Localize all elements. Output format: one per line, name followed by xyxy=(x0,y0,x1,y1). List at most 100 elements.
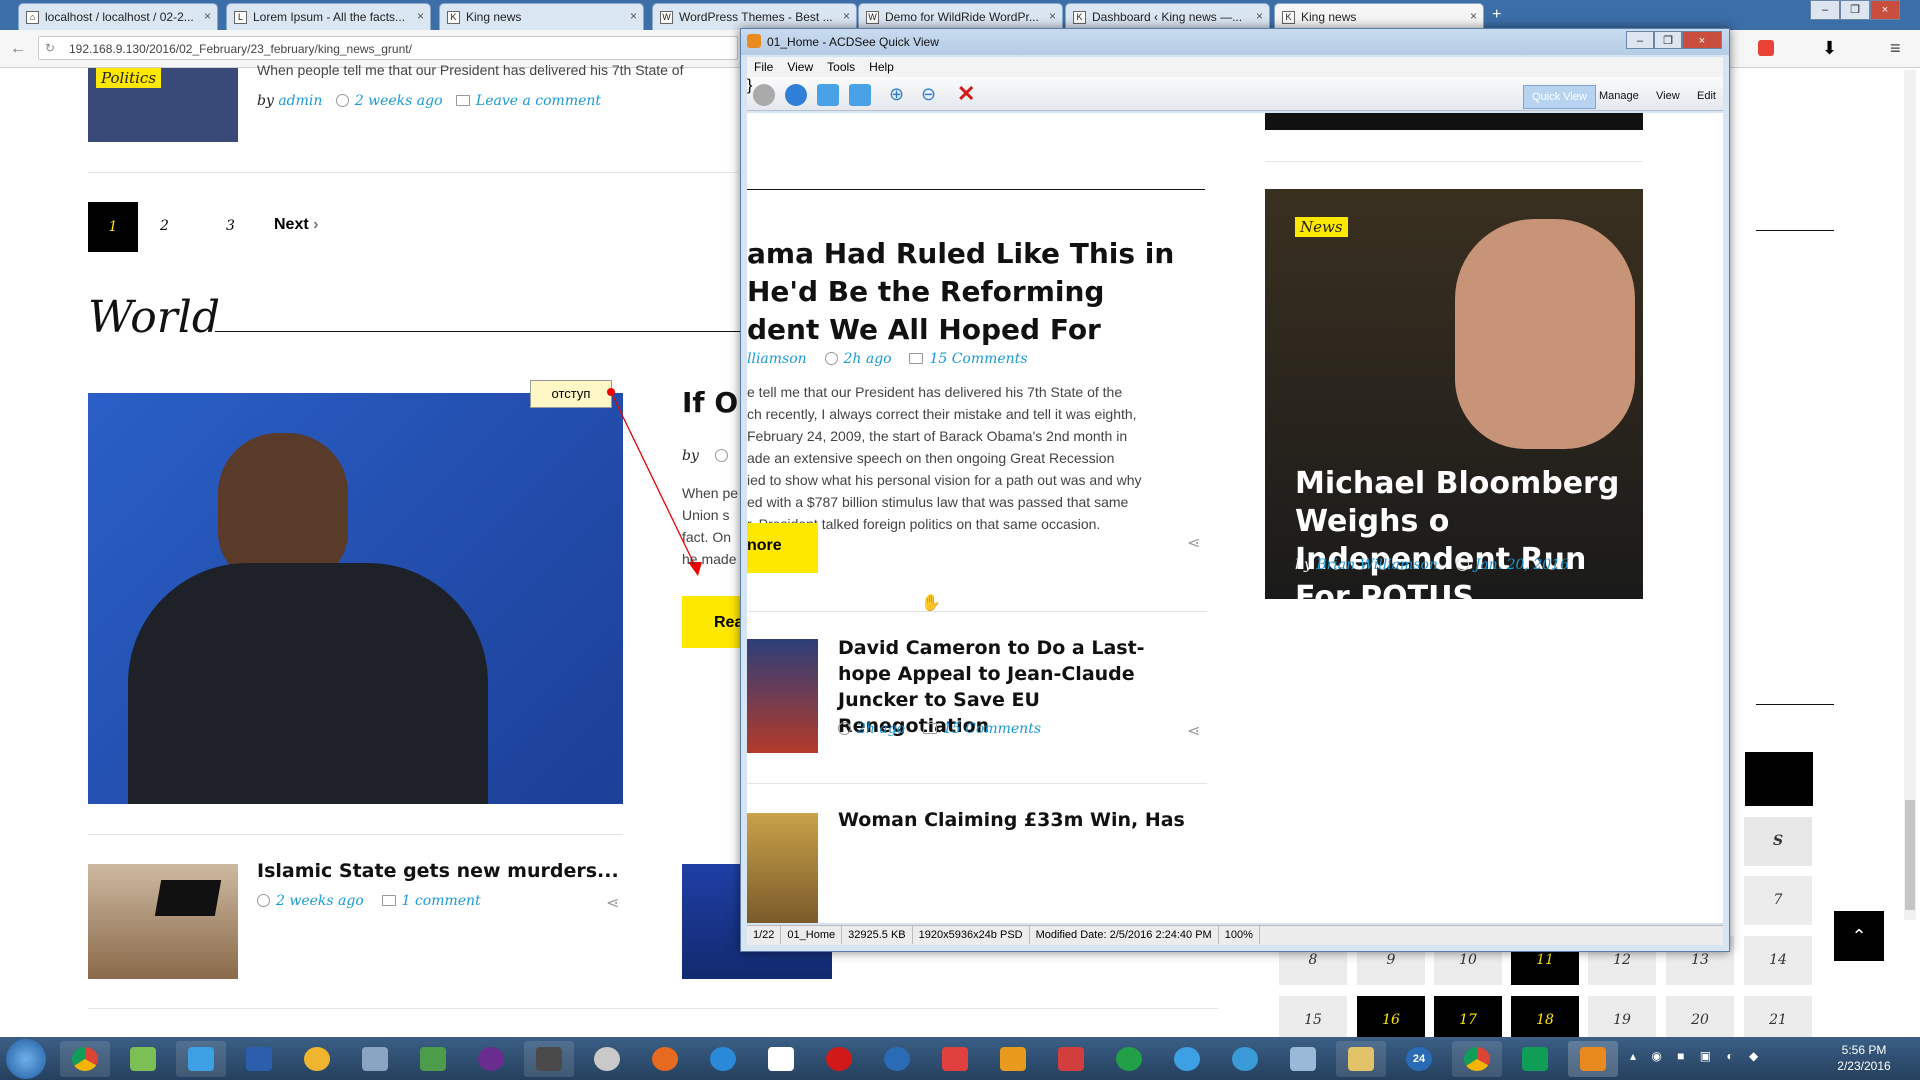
sublime-taskbar-icon[interactable] xyxy=(524,1041,574,1077)
scrollbar-thumb[interactable] xyxy=(1905,800,1915,910)
ie-taskbar-icon[interactable] xyxy=(698,1041,748,1077)
close-icon[interactable]: × xyxy=(417,9,424,23)
menu-icon[interactable]: ≡ xyxy=(1890,38,1901,59)
delete-icon[interactable]: ✕ xyxy=(957,83,979,106)
post-thumbnail[interactable] xyxy=(747,813,818,923)
app-taskbar-icon[interactable] xyxy=(1104,1041,1154,1077)
zoom-in-icon[interactable]: ⊕ xyxy=(889,84,911,106)
browser-tab[interactable]: W WordPress Themes - Best ... × xyxy=(652,3,857,30)
menu-view[interactable]: View xyxy=(780,57,820,77)
post-thumbnail[interactable] xyxy=(747,639,818,753)
feature-post-title[interactable]: If O xyxy=(682,386,738,419)
page-3-button[interactable]: 3 xyxy=(226,218,235,234)
close-icon[interactable]: × xyxy=(630,9,637,23)
chrome-taskbar-icon[interactable] xyxy=(1452,1041,1502,1077)
post-title[interactable]: Woman Claiming £33m Win, Has xyxy=(838,809,1185,831)
mode-edit[interactable]: Edit xyxy=(1689,85,1724,109)
floppy-taskbar-icon[interactable] xyxy=(234,1041,284,1077)
notepad-taskbar-icon[interactable] xyxy=(118,1041,168,1077)
back-icon[interactable]: ← xyxy=(10,40,26,58)
browser-tab[interactable]: W Demo for WildRide WordPr... × xyxy=(858,3,1063,30)
category-badge[interactable]: News xyxy=(1295,217,1348,237)
menu-file[interactable]: File xyxy=(747,57,780,77)
post-time[interactable]: 2 weeks ago xyxy=(355,93,443,109)
calculator-taskbar-icon[interactable] xyxy=(350,1041,400,1077)
firefox-taskbar-icon[interactable] xyxy=(640,1041,690,1077)
url-field[interactable]: ↻ 192.168.9.130/2016/02_February/23_febr… xyxy=(38,36,738,60)
explorer-taskbar-icon[interactable] xyxy=(1336,1041,1386,1077)
acdsee-taskbar-icon[interactable] xyxy=(1568,1041,1618,1077)
close-button[interactable]: × xyxy=(1870,0,1900,20)
reload-icon[interactable]: ↻ xyxy=(45,41,55,55)
article-title[interactable]: ama Had Ruled Like This in He'd Be the R… xyxy=(747,235,1174,349)
clock[interactable]: 5:56 PM 2/23/2016 xyxy=(1822,1042,1906,1074)
featured-post-image[interactable]: News Michael Bloomberg Weighs o Independ… xyxy=(1265,189,1643,615)
chrome-taskbar-icon[interactable] xyxy=(60,1041,110,1077)
browser-tab-active[interactable]: K King news × xyxy=(1274,3,1484,30)
app-taskbar-icon[interactable] xyxy=(408,1041,458,1077)
mode-quick-view[interactable]: Quick View xyxy=(1523,85,1596,109)
share-icon[interactable]: ⋖ xyxy=(1187,533,1200,553)
close-icon[interactable]: × xyxy=(843,9,850,23)
calendar-day[interactable]: 7 xyxy=(1744,876,1812,925)
hangouts-taskbar-icon[interactable] xyxy=(1510,1041,1560,1077)
read-more-button[interactable]: nore xyxy=(747,523,818,573)
app-taskbar-icon[interactable] xyxy=(292,1041,342,1077)
zoom-out-icon[interactable]: ⊖ xyxy=(921,84,943,106)
page-1-button[interactable]: 1 xyxy=(88,202,138,252)
download-icon[interactable]: ⬇ xyxy=(1822,38,1837,59)
page-2-button[interactable]: 2 xyxy=(160,218,169,234)
next-icon[interactable] xyxy=(785,84,807,106)
share-icon[interactable]: ⋖ xyxy=(606,893,619,913)
comments-link[interactable]: Leave a comment xyxy=(476,93,601,109)
browser-tab[interactable]: K Dashboard ‹ King news —... × xyxy=(1065,3,1270,30)
skype-taskbar-icon[interactable] xyxy=(176,1041,226,1077)
calendar-day[interactable]: 14 xyxy=(1744,936,1812,985)
system-tray[interactable]: ▴ ◉ ■ ▣ ◐ ◆ xyxy=(1630,1049,1810,1067)
category-badge[interactable]: Politics xyxy=(96,68,162,88)
new-tab-button[interactable]: + xyxy=(1492,6,1501,24)
feature-post-image[interactable] xyxy=(88,393,623,804)
maximize-button[interactable]: ❐ xyxy=(1654,31,1682,49)
start-button[interactable] xyxy=(6,1039,46,1079)
author-link[interactable]: admin xyxy=(278,93,322,109)
close-icon[interactable]: × xyxy=(204,9,211,23)
page-scrollbar[interactable] xyxy=(1904,70,1916,920)
menu-tools[interactable]: Tools xyxy=(820,57,862,77)
rotate-left-icon[interactable] xyxy=(817,84,839,106)
browser-tab[interactable]: K King news × xyxy=(439,3,644,30)
vivaldi-taskbar-icon[interactable] xyxy=(930,1041,980,1077)
app-taskbar-icon[interactable] xyxy=(466,1041,516,1077)
close-icon[interactable]: × xyxy=(1049,9,1056,23)
close-icon[interactable]: × xyxy=(1470,9,1477,23)
skype-taskbar-icon[interactable] xyxy=(1162,1041,1212,1077)
mode-view[interactable]: View xyxy=(1648,85,1688,109)
post-title[interactable]: Islamic State gets new murders... xyxy=(257,860,619,882)
politics-post-thumbnail[interactable]: Politics xyxy=(88,68,238,142)
close-button[interactable]: × xyxy=(1682,31,1722,49)
app-taskbar-icon[interactable]: 24 xyxy=(1394,1041,1444,1077)
featured-post-title[interactable]: Michael Bloomberg Weighs o Independent R… xyxy=(1295,465,1645,617)
next-page-button[interactable]: Next › xyxy=(274,216,318,234)
yandex-taskbar-icon[interactable] xyxy=(756,1041,806,1077)
image-viewport[interactable]: ama Had Ruled Like This in He'd Be the R… xyxy=(747,113,1723,923)
menu-help[interactable]: Help xyxy=(862,57,901,77)
browser-tab[interactable]: L Lorem Ipsum - All the facts... × xyxy=(226,3,431,30)
minimize-button[interactable]: – xyxy=(1810,0,1840,20)
previous-icon[interactable] xyxy=(753,84,775,106)
opera-taskbar-icon[interactable] xyxy=(814,1041,864,1077)
mode-manage[interactable]: Manage xyxy=(1591,85,1647,109)
rotate-right-icon[interactable] xyxy=(849,84,871,106)
minimize-button[interactable]: – xyxy=(1626,31,1654,49)
maximize-button[interactable]: ❐ xyxy=(1840,0,1870,20)
browser-tab[interactable]: ⌂ localhost / localhost / 02-2... × xyxy=(18,3,218,30)
window-titlebar[interactable]: 01_Home - ACDSee Quick View – ❐ × xyxy=(741,29,1729,55)
post-thumbnail[interactable] xyxy=(88,864,238,979)
read-more-button[interactable]: Rea xyxy=(682,596,743,648)
app-taskbar-icon[interactable] xyxy=(1278,1041,1328,1077)
app-taskbar-icon[interactable] xyxy=(872,1041,922,1077)
extension-icon[interactable] xyxy=(1758,40,1774,56)
share-icon[interactable]: ⋖ xyxy=(1187,721,1200,741)
app-taskbar-icon[interactable] xyxy=(988,1041,1038,1077)
telegram-taskbar-icon[interactable] xyxy=(1220,1041,1270,1077)
